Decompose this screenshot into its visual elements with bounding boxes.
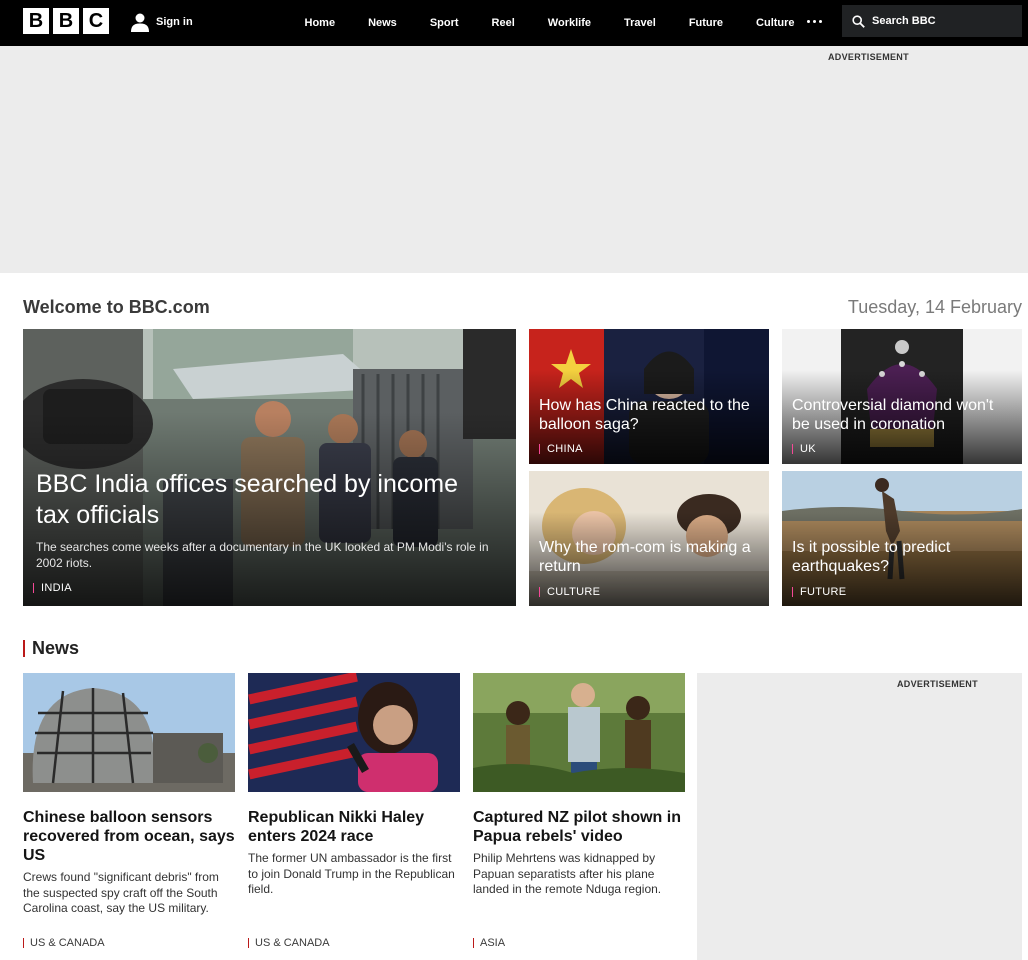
hero-tag[interactable]: INDIA: [33, 583, 72, 594]
story-card-china[interactable]: How has China reacted to the balloon sag…: [529, 329, 769, 464]
story-title[interactable]: Captured NZ pilot shown in Papua rebels'…: [473, 808, 685, 846]
more-dots-icon[interactable]: [803, 12, 825, 30]
top-advertisement[interactable]: ADVERTISEMENT: [0, 46, 1028, 273]
advertisement-label: ADVERTISEMENT: [897, 679, 978, 689]
nav-culture[interactable]: Culture: [740, 0, 812, 46]
bbc-logo[interactable]: B B C: [23, 8, 109, 34]
story-tag[interactable]: US & CANADA: [248, 938, 330, 949]
news-story[interactable]: Republican Nikki Haley enters 2024 race …: [248, 673, 460, 949]
card-tag-china[interactable]: CHINA: [539, 444, 583, 455]
news-section-heading[interactable]: News: [23, 639, 79, 657]
user-icon: [131, 13, 149, 32]
card-tag-culture[interactable]: CULTURE: [539, 587, 600, 598]
story-summary: Philip Mehrtens was kidnapped by Papuan …: [473, 851, 662, 896]
nav-travel[interactable]: Travel: [608, 0, 673, 46]
top-navigation-bar: B B C Sign in Home News Sport Reel Workl…: [0, 0, 1028, 46]
nav-sport[interactable]: Sport: [413, 0, 475, 46]
news-story[interactable]: Chinese balloon sensors recovered from o…: [23, 673, 235, 949]
card-title-china[interactable]: How has China reacted to the balloon sag…: [539, 396, 761, 434]
story-image-papua: [473, 673, 685, 792]
nav-home[interactable]: Home: [288, 0, 352, 46]
sign-in-link[interactable]: Sign in: [130, 10, 193, 34]
card-title-uk[interactable]: Controversial diamond won't be used in c…: [792, 396, 1014, 434]
current-date: Tuesday, 14 February: [847, 297, 1022, 317]
search-placeholder: Search BBC: [872, 15, 936, 27]
story-card-culture[interactable]: Why the rom-com is making a return CULTU…: [529, 471, 769, 606]
search-icon: [852, 14, 865, 28]
main-nav: Home News Sport Reel Worklife Travel Fut…: [288, 0, 811, 46]
hero-story-card[interactable]: BBC India offices searched by income tax…: [23, 329, 516, 606]
nav-news[interactable]: News: [352, 0, 414, 46]
card-tag-future[interactable]: FUTURE: [792, 587, 846, 598]
nav-future[interactable]: Future: [672, 0, 739, 46]
hero-title[interactable]: BBC India offices searched by income tax…: [36, 469, 486, 531]
welcome-heading: Welcome to BBC.com: [23, 297, 210, 317]
story-card-uk[interactable]: Controversial diamond won't be used in c…: [782, 329, 1022, 464]
story-tag[interactable]: US & CANADA: [23, 938, 105, 949]
logo-letter-b1: B: [23, 8, 49, 34]
logo-letter-b2: B: [53, 8, 79, 34]
news-story[interactable]: Captured NZ pilot shown in Papua rebels'…: [473, 673, 685, 949]
sign-in-label: Sign in: [156, 16, 193, 28]
logo-letter-c: C: [83, 8, 109, 34]
story-title[interactable]: Chinese balloon sensors recovered from o…: [23, 808, 235, 865]
story-image-haley: [248, 673, 460, 792]
story-summary: The former UN ambassador is the first to…: [248, 851, 455, 896]
story-card-future[interactable]: Is it possible to predict earthquakes? F…: [782, 471, 1022, 606]
story-summary: Crews found "significant debris" from th…: [23, 870, 219, 915]
side-advertisement[interactable]: ADVERTISEMENT: [697, 673, 1022, 960]
card-title-future[interactable]: Is it possible to predict earthquakes?: [792, 538, 1014, 576]
hero-summary: The searches come weeks after a document…: [36, 540, 489, 570]
card-title-culture[interactable]: Why the rom-com is making a return: [539, 538, 761, 576]
nav-reel[interactable]: Reel: [475, 0, 531, 46]
story-title[interactable]: Republican Nikki Haley enters 2024 race: [248, 808, 460, 846]
search-box[interactable]: Search BBC: [842, 5, 1022, 37]
card-tag-uk[interactable]: UK: [792, 444, 816, 455]
nav-worklife[interactable]: Worklife: [531, 0, 607, 46]
advertisement-label: ADVERTISEMENT: [828, 52, 909, 62]
story-tag[interactable]: ASIA: [473, 938, 505, 949]
story-image-balloon: [23, 673, 235, 792]
